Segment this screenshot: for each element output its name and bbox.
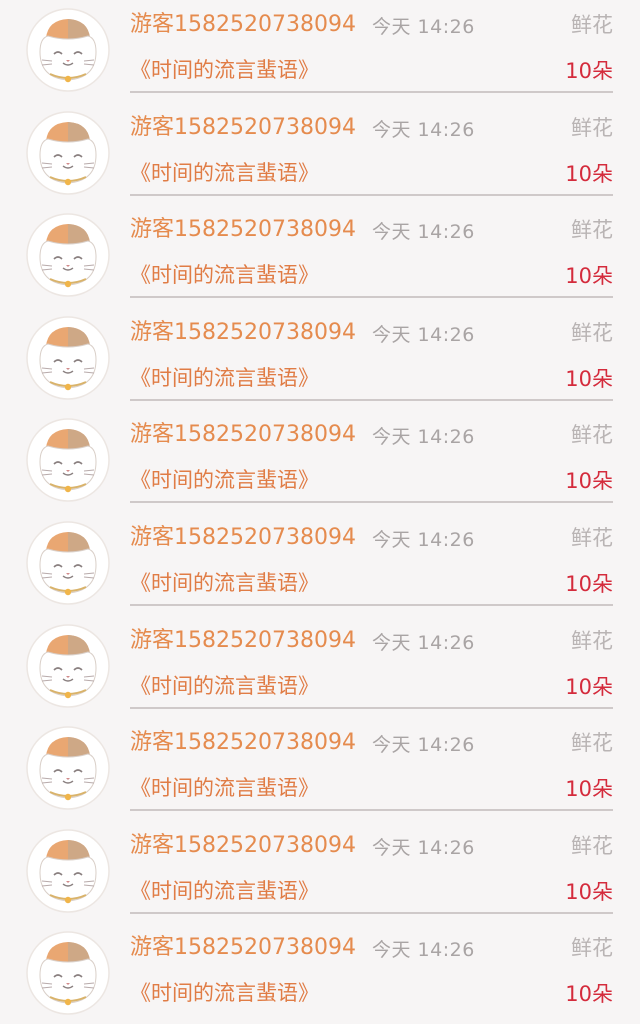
- book-title[interactable]: 《时间的流言蜚语》: [130, 773, 319, 803]
- list-item[interactable]: 游客1582520738094 今天 14:26 鲜花 《时间的流言蜚语》 10…: [0, 821, 640, 924]
- gift-count: 10朵: [565, 366, 613, 391]
- user-name[interactable]: 游客1582520738094: [130, 831, 356, 861]
- list-item[interactable]: 游客1582520738094 今天 14:26 鲜花 《时间的流言蜚语》 10…: [0, 308, 640, 411]
- gift-type: 鲜花: [571, 731, 613, 756]
- book-title[interactable]: 《时间的流言蜚语》: [130, 876, 319, 906]
- gift-time: 今天 14:26: [372, 426, 475, 449]
- user-name[interactable]: 游客1582520738094: [130, 728, 356, 758]
- user-name[interactable]: 游客1582520738094: [130, 215, 356, 245]
- lucky-cat-icon: [26, 8, 110, 92]
- book-title[interactable]: 《时间的流言蜚语》: [130, 158, 319, 188]
- row-divider: [130, 398, 613, 401]
- gift-type: 鲜花: [571, 115, 613, 140]
- gift-time: 今天 14:26: [372, 529, 475, 551]
- list-item[interactable]: 游客1582520738094 今天 14:26 鲜花 《时间的流言蜚语》 10…: [0, 616, 640, 719]
- user-name[interactable]: 游客1582520738094: [130, 10, 356, 40]
- row-divider: [130, 911, 613, 914]
- book-title[interactable]: 《时间的流言蜚语》: [130, 465, 319, 495]
- row-divider: [130, 706, 613, 709]
- gift-time: 今天 14:26: [372, 631, 475, 654]
- row-divider: [130, 809, 613, 812]
- lucky-cat-icon: [26, 316, 110, 400]
- gift-type: 鲜花: [571, 628, 613, 653]
- lucky-cat-icon: [26, 726, 110, 810]
- gift-count: 10朵: [565, 161, 613, 186]
- avatar[interactable]: [26, 110, 110, 195]
- book-title[interactable]: 《时间的流言蜚语》: [130, 363, 319, 393]
- row-divider: [130, 501, 613, 504]
- user-name[interactable]: 游客1582520738094: [130, 933, 356, 963]
- gift-count: 10朵: [565, 264, 613, 289]
- gift-record-list: 游客1582520738094 今天 14:26 鲜花 《时间的流言蜚语》 10…: [0, 0, 640, 1024]
- avatar[interactable]: [26, 316, 110, 400]
- lucky-cat-icon: [26, 829, 110, 913]
- gift-count: 10朵: [565, 777, 613, 802]
- gift-time: 今天 14:26: [372, 221, 475, 244]
- gift-time: 今天 14:26: [372, 16, 475, 38]
- gift-type: 鲜花: [571, 13, 613, 37]
- user-name[interactable]: 游客1582520738094: [130, 523, 356, 553]
- lucky-cat-icon: [26, 521, 110, 605]
- user-name[interactable]: 游客1582520738094: [130, 113, 356, 143]
- gift-time: 今天 14:26: [372, 939, 475, 962]
- avatar[interactable]: [26, 931, 110, 1016]
- list-item[interactable]: 游客1582520738094 今天 14:26 鲜花 《时间的流言蜚语》 10…: [0, 0, 640, 103]
- row-divider: [130, 296, 613, 299]
- avatar[interactable]: [26, 521, 110, 605]
- book-title[interactable]: 《时间的流言蜚语》: [130, 568, 319, 598]
- user-name[interactable]: 游客1582520738094: [130, 626, 356, 656]
- gift-count: 10朵: [565, 879, 613, 904]
- row-divider: [130, 604, 613, 606]
- avatar[interactable]: [26, 418, 110, 503]
- row-divider: [130, 193, 613, 196]
- list-item[interactable]: 游客1582520738094 今天 14:26 鲜花 《时间的流言蜚语》 10…: [0, 103, 640, 206]
- lucky-cat-icon: [26, 110, 110, 195]
- lucky-cat-icon: [26, 418, 110, 503]
- avatar[interactable]: [26, 8, 110, 92]
- gift-time: 今天 14:26: [372, 734, 475, 757]
- list-item[interactable]: 游客1582520738094 今天 14:26 鲜花 《时间的流言蜚语》 10…: [0, 410, 640, 513]
- lucky-cat-icon: [26, 931, 110, 1016]
- gift-type: 鲜花: [571, 526, 613, 550]
- list-item[interactable]: 游客1582520738094 今天 14:26 鲜花 《时间的流言蜚语》 10…: [0, 513, 640, 616]
- gift-type: 鲜花: [571, 936, 613, 961]
- lucky-cat-icon: [26, 623, 110, 708]
- book-title[interactable]: 《时间的流言蜚语》: [130, 55, 319, 85]
- gift-type: 鲜花: [571, 833, 613, 858]
- list-item[interactable]: 游客1582520738094 今天 14:26 鲜花 《时间的流言蜚语》 10…: [0, 718, 640, 821]
- gift-count: 10朵: [565, 572, 613, 596]
- avatar[interactable]: [26, 213, 110, 297]
- gift-time: 今天 14:26: [372, 118, 475, 141]
- gift-type: 鲜花: [571, 218, 613, 243]
- row-divider: [130, 91, 613, 93]
- list-item[interactable]: 游客1582520738094 今天 14:26 鲜花 《时间的流言蜚语》 10…: [0, 205, 640, 308]
- book-title[interactable]: 《时间的流言蜚语》: [130, 671, 319, 701]
- lucky-cat-icon: [26, 213, 110, 297]
- book-title[interactable]: 《时间的流言蜚语》: [130, 978, 319, 1008]
- user-name[interactable]: 游客1582520738094: [130, 420, 356, 450]
- gift-time: 今天 14:26: [372, 323, 475, 346]
- gift-count: 10朵: [565, 982, 613, 1007]
- gift-count: 10朵: [565, 59, 613, 83]
- user-name[interactable]: 游客1582520738094: [130, 318, 356, 348]
- gift-count: 10朵: [565, 674, 613, 699]
- gift-type: 鲜花: [571, 320, 613, 345]
- book-title[interactable]: 《时间的流言蜚语》: [130, 260, 319, 290]
- avatar[interactable]: [26, 623, 110, 708]
- avatar[interactable]: [26, 726, 110, 810]
- avatar[interactable]: [26, 829, 110, 913]
- list-item[interactable]: 游客1582520738094 今天 14:26 鲜花 《时间的流言蜚语》 10…: [0, 923, 640, 1024]
- gift-time: 今天 14:26: [372, 836, 475, 859]
- gift-type: 鲜花: [571, 423, 613, 448]
- gift-count: 10朵: [565, 469, 613, 494]
